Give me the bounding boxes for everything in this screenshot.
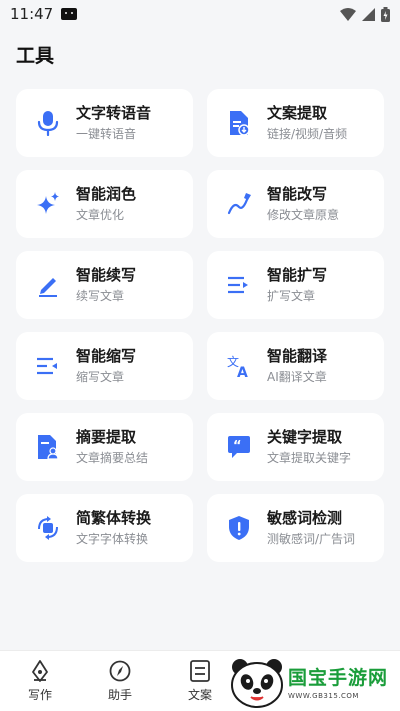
svg-text:“: “	[233, 439, 242, 454]
document-list-icon	[190, 659, 210, 682]
tool-title: 文案提取	[267, 104, 328, 122]
nav-label: 写作	[27, 687, 52, 702]
tools-grid: 文字转语音 一键转语音 文案提取 链接/视频/音频 智能润色 文章优化 智能改写…	[16, 89, 384, 562]
nav-item-writing[interactable]: 写作	[0, 651, 80, 711]
tool-card-expand[interactable]: 智能扩写 扩写文章	[207, 251, 384, 319]
tool-subtitle: 文章优化	[76, 208, 125, 222]
tool-card-keywords[interactable]: “ 关键字提取 文章提取关键字	[207, 413, 384, 481]
tool-card-convert[interactable]: 简繁体转换 文字字体转换	[16, 494, 193, 562]
document-user-icon	[34, 433, 62, 461]
microphone-icon	[34, 109, 62, 137]
panda-logo-icon	[228, 655, 286, 709]
document-download-icon	[225, 109, 253, 137]
tool-card-summary[interactable]: 摘要提取 文章摘要总结	[16, 413, 193, 481]
translate-icon: 文A	[225, 352, 253, 380]
sparkle-icon	[34, 190, 62, 218]
tool-subtitle: 修改文章原意	[267, 208, 340, 222]
tool-card-translate[interactable]: 文A 智能翻译 AI翻译文章	[207, 332, 384, 400]
tool-subtitle: AI翻译文章	[267, 370, 327, 384]
tool-subtitle: 扩写文章	[267, 289, 316, 303]
tool-card-text-to-speech[interactable]: 文字转语音 一键转语音	[16, 89, 193, 157]
page-title: 工具	[16, 44, 55, 67]
tool-card-continue[interactable]: 智能续写 续写文章	[16, 251, 193, 319]
tool-card-sensitive-words[interactable]: 敏感词检测 测敏感词/广告词	[207, 494, 384, 562]
tool-card-polish[interactable]: 智能润色 文章优化	[16, 170, 193, 238]
status-icons	[340, 6, 390, 22]
tool-card-shrink[interactable]: 智能缩写 缩写文章	[16, 332, 193, 400]
quote-bubble-icon: “	[225, 433, 253, 461]
nav-label: 文案	[187, 687, 212, 702]
watermark-logo: 国宝手游网 WWW.GB315.COM	[228, 652, 400, 711]
tool-title: 简繁体转换	[76, 509, 152, 527]
app-header: 工具	[0, 28, 400, 80]
svg-text:A: A	[237, 365, 248, 379]
tool-subtitle: 测敏感词/广告词	[267, 532, 356, 546]
nav-item-assistant[interactable]: 助手	[80, 651, 160, 711]
edit-pencil-icon	[34, 271, 62, 299]
tool-subtitle: 文章摘要总结	[76, 451, 149, 465]
tool-title: 智能扩写	[267, 266, 328, 284]
tool-card-copy-extract[interactable]: 文案提取 链接/视频/音频	[207, 89, 384, 157]
nav-label: 助手	[107, 687, 132, 702]
tool-title: 敏感词检测	[267, 509, 343, 527]
expand-lines-icon	[225, 271, 253, 299]
tool-subtitle: 文章提取关键字	[267, 451, 352, 465]
tool-subtitle: 一键转语音	[76, 127, 137, 141]
shrink-lines-icon	[34, 352, 62, 380]
tool-subtitle: 链接/视频/音频	[267, 127, 348, 141]
signal-icon	[362, 7, 375, 21]
tool-title: 摘要提取	[76, 428, 137, 446]
pen-nib-icon	[32, 659, 48, 682]
status-bar: 11:47	[0, 0, 400, 28]
notification-icon	[61, 8, 78, 20]
watermark-url: WWW.GB315.COM	[288, 692, 359, 700]
tool-card-rewrite[interactable]: 智能改写 修改文章原意	[207, 170, 384, 238]
shield-alert-icon	[225, 514, 253, 542]
compass-icon	[109, 660, 131, 681]
watermark-brand: 国宝手游网	[288, 667, 389, 689]
wifi-icon	[340, 7, 356, 21]
battery-icon	[381, 6, 390, 22]
status-time: 11:47	[10, 5, 54, 23]
tool-title: 智能缩写	[76, 347, 137, 365]
pen-curve-icon	[225, 190, 253, 218]
tool-title: 智能翻译	[267, 347, 328, 365]
tool-title: 智能润色	[76, 185, 137, 203]
tool-subtitle: 续写文章	[76, 289, 125, 303]
tool-title: 智能改写	[267, 185, 328, 203]
tool-title: 关键字提取	[267, 428, 343, 446]
convert-icon	[34, 514, 62, 542]
tool-title: 文字转语音	[76, 104, 152, 122]
tool-title: 智能续写	[76, 266, 137, 284]
tool-subtitle: 缩写文章	[76, 370, 125, 384]
tool-subtitle: 文字字体转换	[76, 532, 149, 546]
